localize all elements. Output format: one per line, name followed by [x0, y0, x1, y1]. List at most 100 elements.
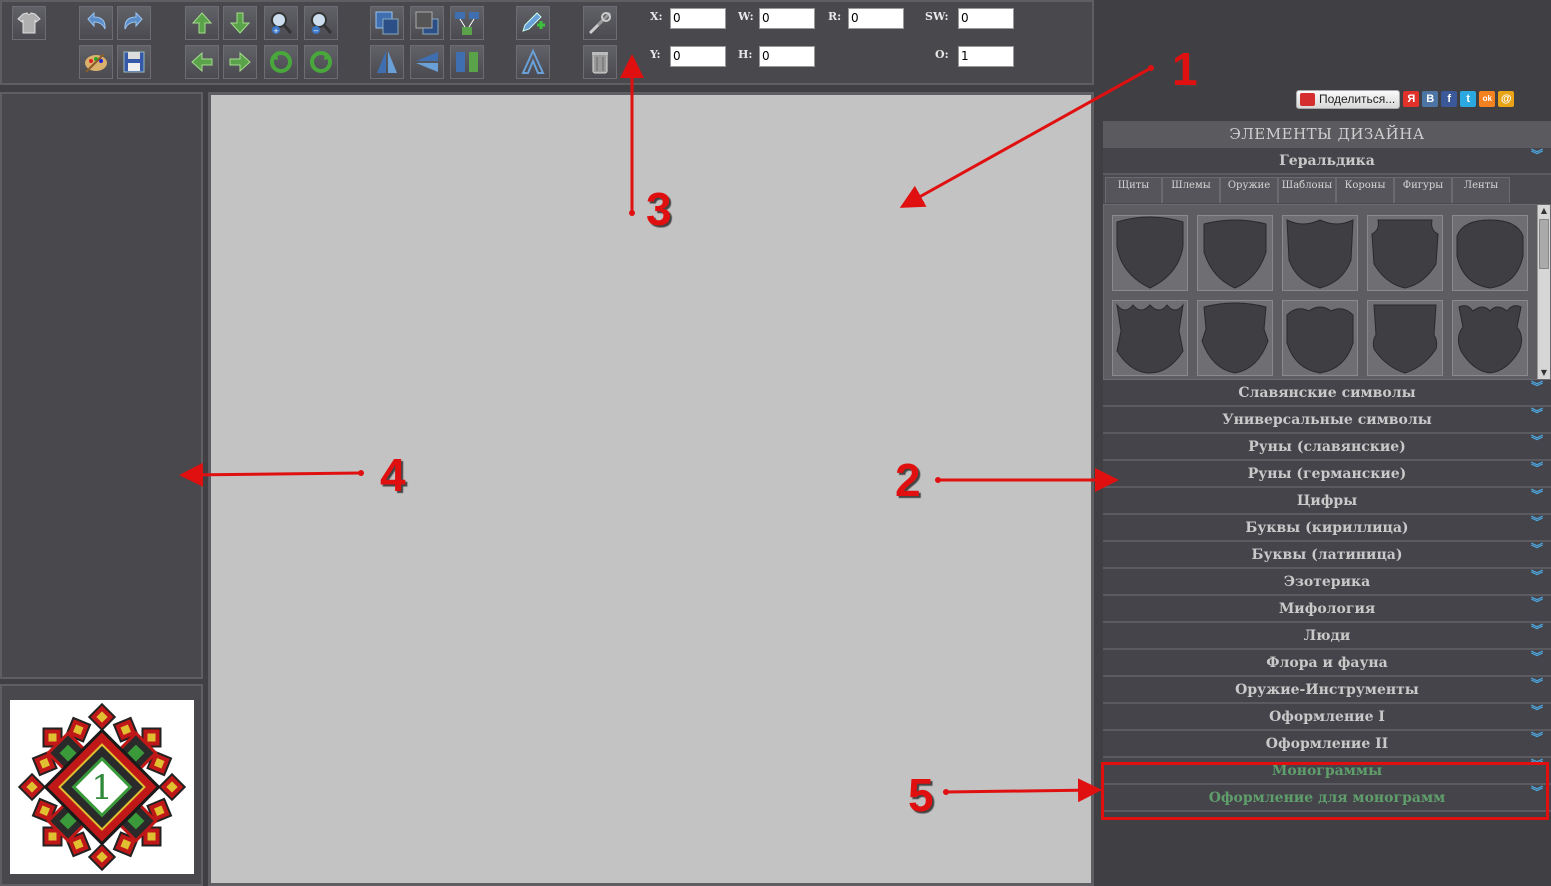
section-item[interactable]: Руны (славянские) ︾ [1103, 434, 1551, 461]
section-label: Руны (славянские) [1248, 439, 1406, 455]
section-item[interactable]: Оформление II ︾ [1103, 731, 1551, 758]
vkontakte-icon[interactable]: В [1422, 91, 1439, 107]
move-left-icon[interactable] [185, 45, 219, 79]
section-item[interactable]: Монограммы ︾ [1103, 758, 1551, 785]
sw-field[interactable]: 0 [958, 8, 1014, 29]
tab-5[interactable]: Короны [1336, 177, 1394, 203]
scroll-thumb[interactable] [1539, 219, 1549, 269]
section-item[interactable]: Славянские символы ︾ [1103, 380, 1551, 407]
text-icon[interactable] [516, 45, 550, 79]
chevron-down-icon: ︾ [1530, 785, 1543, 799]
flip-vertical-icon[interactable] [370, 45, 404, 79]
section-label: Буквы (латиница) [1251, 547, 1403, 563]
zoom-in-icon[interactable]: + [264, 6, 298, 40]
w-field[interactable]: 0 [759, 8, 815, 29]
section-item[interactable]: Мифология ︾ [1103, 596, 1551, 623]
rotate-left-icon[interactable] [264, 45, 298, 79]
section-item[interactable]: Буквы (кириллица) ︾ [1103, 515, 1551, 542]
scroll-up-arrow-icon[interactable]: ▲ [1538, 205, 1550, 217]
tab-2[interactable]: Шлемы [1162, 177, 1220, 203]
x-field[interactable]: 0 [670, 8, 726, 29]
h-field[interactable]: 0 [759, 46, 815, 67]
chevron-down-icon: ︾ [1530, 407, 1543, 421]
move-up-icon[interactable] [185, 6, 219, 40]
share-button[interactable]: Поделиться... [1296, 89, 1401, 109]
odnoklassniki-icon[interactable]: ok [1479, 91, 1496, 107]
section-item[interactable]: Флора и фауна ︾ [1103, 650, 1551, 677]
facebook-icon[interactable]: f [1441, 91, 1458, 107]
send-back-icon[interactable] [410, 6, 444, 40]
tools-icon[interactable] [583, 6, 617, 40]
section-label: Универсальные символы [1222, 412, 1432, 428]
chevron-down-icon: ︾ [1530, 542, 1543, 556]
zoom-out-icon[interactable]: − [304, 6, 338, 40]
section-item[interactable]: Эзотерика ︾ [1103, 569, 1551, 596]
app-window: + − X: 0 Y: 0 W: 0 H: 0 R: 0 SW: 0 O: 1 … [0, 0, 1551, 886]
megaphone-icon [1300, 92, 1315, 106]
section-label: Славянские символы [1238, 385, 1416, 401]
move-right-icon[interactable] [223, 45, 257, 79]
tab-7[interactable]: Ленты [1452, 177, 1510, 203]
group-icon[interactable] [450, 6, 484, 40]
gallery-scrollbar[interactable]: ▲ ▼ [1537, 205, 1550, 379]
design-canvas[interactable] [208, 92, 1094, 886]
shield-icon [1286, 306, 1354, 374]
palette-icon[interactable] [79, 45, 113, 79]
undo-icon[interactable] [79, 6, 113, 40]
chevron-down-icon: ︾ [1530, 677, 1543, 691]
yandex-icon[interactable]: Я [1403, 91, 1420, 107]
shield-item[interactable] [1282, 300, 1358, 376]
section-item[interactable]: Люди ︾ [1103, 623, 1551, 650]
shield-item[interactable] [1367, 300, 1443, 376]
chevron-down-icon: ︾ [1530, 758, 1543, 772]
chevron-down-icon: ︾ [1530, 596, 1543, 610]
sw-label: SW: [925, 10, 949, 23]
section-item[interactable]: Оформление I ︾ [1103, 704, 1551, 731]
tab-4[interactable]: Шаблоны [1278, 177, 1336, 203]
shield-item[interactable] [1282, 215, 1358, 291]
shield-icon [1116, 216, 1184, 289]
shield-item[interactable] [1197, 300, 1273, 376]
shirt-icon[interactable] [12, 6, 46, 40]
shield-item[interactable] [1197, 215, 1273, 291]
chevron-down-icon: ︾ [1530, 380, 1543, 394]
shield-item[interactable] [1112, 215, 1188, 291]
shield-item[interactable] [1367, 215, 1443, 291]
ungroup-icon[interactable] [450, 45, 484, 79]
tab-3[interactable]: Оружие [1220, 177, 1278, 203]
section-label: Руны (германские) [1247, 466, 1407, 482]
trash-icon[interactable] [583, 45, 617, 79]
section-item[interactable]: Универсальные символы ︾ [1103, 407, 1551, 434]
shield-icon [1456, 219, 1524, 289]
section-item[interactable]: Руны (германские) ︾ [1103, 461, 1551, 488]
rotate-right-icon[interactable] [304, 45, 338, 79]
chevron-down-icon: ︾ [1530, 515, 1543, 529]
r-field[interactable]: 0 [848, 8, 904, 29]
shield-item[interactable] [1452, 300, 1528, 376]
move-down-icon[interactable] [223, 6, 257, 40]
flip-horizontal-icon[interactable] [410, 45, 444, 79]
y-field[interactable]: 0 [670, 46, 726, 67]
section-heraldry[interactable]: Геральдика ︾ [1103, 148, 1551, 175]
section-item[interactable]: Оформление для монограмм ︾ [1103, 785, 1551, 812]
section-label: Монограммы [1271, 763, 1383, 779]
section-item[interactable]: Цифры ︾ [1103, 488, 1551, 515]
save-icon[interactable] [117, 45, 151, 79]
scroll-down-arrow-icon[interactable]: ▼ [1538, 367, 1550, 379]
mail-icon[interactable]: @ [1498, 91, 1515, 107]
section-item[interactable]: Буквы (латиница) ︾ [1103, 542, 1551, 569]
twitter-icon[interactable]: t [1460, 91, 1477, 107]
shield-item[interactable] [1112, 300, 1188, 376]
shields-gallery: ▲ ▼ [1103, 204, 1551, 380]
shield-icon [1286, 219, 1354, 289]
tab-6[interactable]: Фигуры [1394, 177, 1452, 203]
tab-1[interactable]: Щиты [1105, 177, 1162, 203]
section-item[interactable]: Оружие-Инструменты ︾ [1103, 677, 1551, 704]
bring-front-icon[interactable] [370, 6, 404, 40]
edit-add-icon[interactable] [516, 6, 550, 40]
o-field[interactable]: 1 [958, 46, 1014, 67]
ornament-preview-image: 1 [10, 700, 194, 874]
chevron-down-icon: ︾ [1530, 434, 1543, 448]
redo-icon[interactable] [117, 6, 151, 40]
shield-item[interactable] [1452, 215, 1528, 291]
